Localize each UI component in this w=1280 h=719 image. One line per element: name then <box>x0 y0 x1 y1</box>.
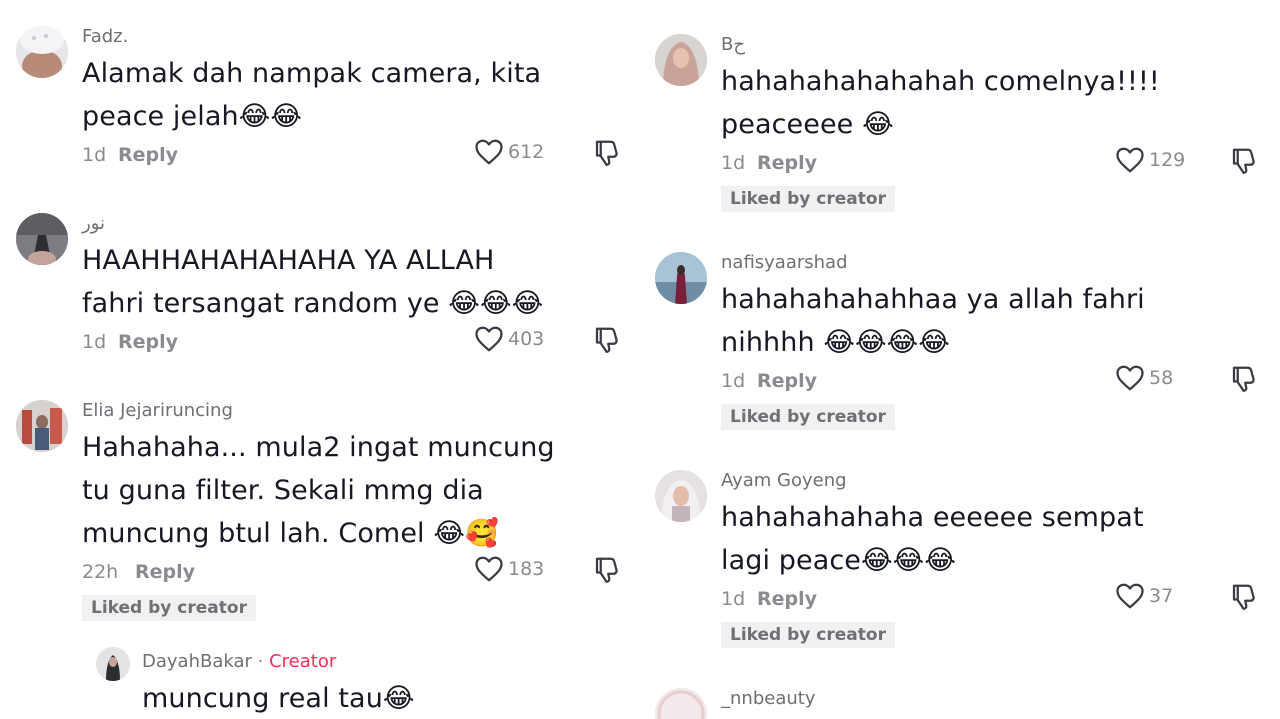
comment-text: hahahahahahhaa ya allah fahri nihhhh 😂😂😂… <box>721 284 1145 358</box>
comment-time: 1d <box>82 144 107 166</box>
liked-by-creator-badge: Liked by creator <box>721 404 895 430</box>
thumbs-down-icon <box>595 557 618 583</box>
reply-button[interactable]: Reply <box>757 370 817 392</box>
thumbs-down-icon <box>595 140 618 166</box>
reply-text: muncung real tau😂 <box>142 683 415 714</box>
comment-username[interactable]: Ayam Goyeng <box>721 470 1265 492</box>
like-button[interactable]: 37 <box>1115 582 1173 610</box>
dislike-button[interactable] <box>1229 582 1259 612</box>
comment-time: 22h <box>82 561 119 583</box>
like-count: 58 <box>1149 367 1174 389</box>
like-button[interactable]: 612 <box>474 138 544 166</box>
avatar[interactable] <box>655 470 707 522</box>
comment-time: 1d <box>721 588 746 610</box>
comment-username[interactable]: Fadz. <box>82 26 636 48</box>
reply-button[interactable]: Reply <box>757 152 817 174</box>
comment-meta: 22h Reply 183 <box>82 555 636 587</box>
heart-outline-icon <box>475 556 503 582</box>
liked-by-creator-badge: Liked by creator <box>721 622 895 648</box>
like-button[interactable]: 129 <box>1115 146 1185 174</box>
comment-username[interactable]: Bح <box>721 34 1265 56</box>
comment-username[interactable]: _nnbeauty <box>721 688 1265 710</box>
heart-outline-icon <box>1116 365 1144 391</box>
like-button[interactable]: 183 <box>474 555 544 583</box>
liked-by-creator-badge: Liked by creator <box>721 186 895 212</box>
comment-time: 1d <box>82 331 107 353</box>
thumbs-down-icon <box>1232 148 1255 174</box>
avatar[interactable] <box>16 400 68 452</box>
comment-text: hahahahahahahah comelnya!!!! peaceeee 😂 <box>721 66 1160 140</box>
comment-text: HAAHHAHAHAHAHA YA ALLAH fahri tersangat … <box>82 245 544 319</box>
comment-meta: 1d Reply 58 <box>721 364 1265 396</box>
like-count: 129 <box>1149 149 1186 171</box>
comment-text: Hahahaha... mula2 ingat muncung tu guna … <box>82 432 555 549</box>
comment-text: hahahahahaha eeeeee sempat lagi peace😂😂😂 <box>721 502 1144 576</box>
reply-button[interactable]: Reply <box>118 331 178 353</box>
avatar[interactable] <box>16 26 68 78</box>
reply-button[interactable]: Reply <box>757 588 817 610</box>
comment-meta: 1d Reply 403 <box>82 325 636 357</box>
comment-meta: 1d Reply 612 <box>82 138 636 170</box>
dislike-button[interactable] <box>1229 364 1259 394</box>
avatar[interactable] <box>96 647 130 681</box>
avatar[interactable] <box>655 252 707 304</box>
comment-time: 1d <box>721 370 746 392</box>
like-count: 612 <box>508 141 545 163</box>
like-count: 403 <box>508 328 545 350</box>
reply-username: DayahBakar · Creator <box>142 651 636 673</box>
liked-by-creator-badge: Liked by creator <box>82 595 256 621</box>
heart-outline-icon <box>1116 147 1144 173</box>
like-button[interactable]: 403 <box>474 325 544 353</box>
dislike-button[interactable] <box>592 325 622 355</box>
creator-tag: Creator <box>269 651 337 672</box>
thumbs-down-icon <box>1232 366 1255 392</box>
dislike-button[interactable] <box>592 138 622 168</box>
comment-username[interactable]: nafisyaarshad <box>721 252 1265 274</box>
comment-meta: 1d Reply 129 <box>721 146 1265 178</box>
thumbs-down-icon <box>1232 584 1255 610</box>
dislike-button[interactable] <box>592 555 622 585</box>
reply-username-text[interactable]: DayahBakar <box>142 651 252 672</box>
comment-time: 1d <box>721 152 746 174</box>
avatar[interactable] <box>655 34 707 86</box>
heart-outline-icon <box>475 326 503 352</box>
dislike-button[interactable] <box>1229 146 1259 176</box>
reply-button[interactable]: Reply <box>135 561 195 583</box>
avatar[interactable] <box>655 688 707 719</box>
like-count: 183 <box>508 558 545 580</box>
avatar[interactable] <box>16 213 68 265</box>
thumbs-down-icon <box>595 327 618 353</box>
heart-outline-icon <box>475 139 503 165</box>
like-count: 37 <box>1149 585 1174 607</box>
comment-username[interactable]: نور <box>82 213 636 235</box>
reply-button[interactable]: Reply <box>118 144 178 166</box>
comment-text: Alamak dah nampak camera, kita peace jel… <box>82 58 542 132</box>
separator-dot: · <box>257 651 264 672</box>
comment-username[interactable]: Elia Jejariruncing <box>82 400 636 422</box>
comment-meta: 1d Reply 37 <box>721 582 1265 614</box>
heart-outline-icon <box>1116 583 1144 609</box>
like-button[interactable]: 58 <box>1115 364 1173 392</box>
